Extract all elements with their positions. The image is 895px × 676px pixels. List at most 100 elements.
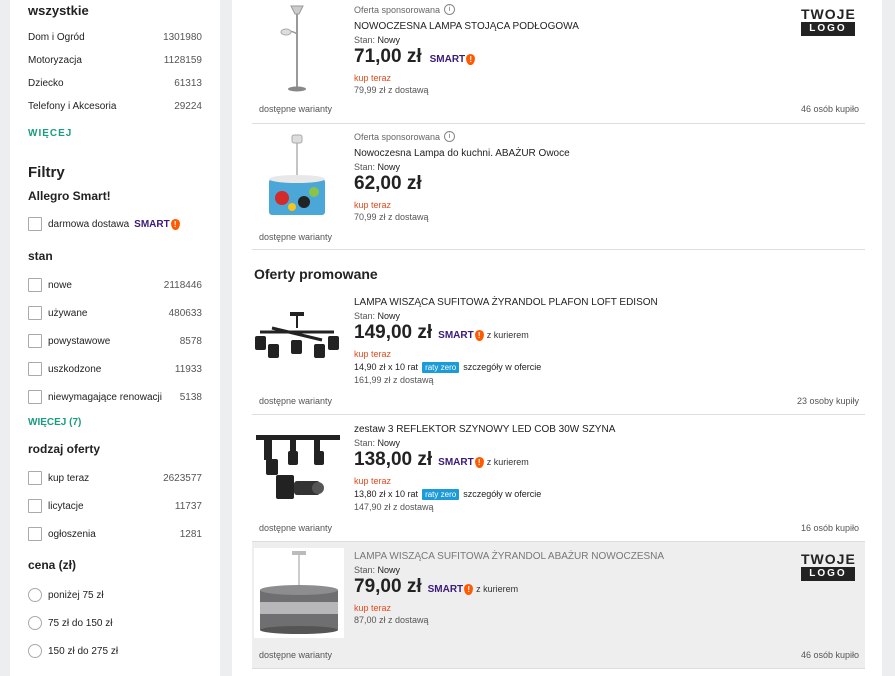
filter-count: 11737	[174, 500, 202, 512]
checkbox[interactable]	[28, 306, 42, 320]
variants-label[interactable]: dostępne warianty	[259, 523, 332, 533]
smart-exclamation-icon: !	[474, 330, 484, 341]
radio-button[interactable]	[28, 644, 42, 658]
checkbox[interactable]	[28, 471, 42, 485]
filter-count: 2623577	[163, 472, 202, 484]
courier-label: z kurierem	[486, 330, 529, 340]
price-range-option[interactable]: 75 zł do 150 zł	[28, 609, 202, 637]
product-image[interactable]	[252, 132, 342, 220]
filter-label: kup teraz	[48, 472, 90, 484]
filter-label: 75 zł do 150 zł	[48, 617, 113, 629]
state-filter[interactable]: niewymagające renowacji 5138	[28, 383, 202, 411]
product-image[interactable]	[252, 2, 342, 94]
radio-button[interactable]	[28, 588, 42, 602]
category-count: 29224	[174, 101, 202, 112]
info-icon[interactable]: i	[444, 4, 456, 15]
filter-label: ogłoszenia	[48, 528, 96, 540]
smart-exclamation-icon: !	[474, 457, 484, 468]
variants-label[interactable]: dostępne warianty	[259, 650, 332, 660]
category-label: Dom i Ogród	[28, 32, 85, 43]
radio-button[interactable]	[28, 616, 42, 630]
smart-exclamation-icon: !	[464, 584, 474, 595]
checkbox[interactable]	[28, 278, 42, 292]
buy-now-label: kup teraz	[354, 349, 392, 359]
smart-exclamation-icon: !	[466, 54, 476, 65]
checkbox[interactable]	[28, 390, 42, 404]
offer-type-filter[interactable]: licytacje 11737	[28, 492, 202, 520]
shipping-price: 147,90 zł z dostawą	[354, 502, 434, 512]
price-row: 71,00 zł SMART!	[354, 46, 579, 72]
offer-condition: Stan: Nowy	[354, 438, 401, 448]
product-image[interactable]	[254, 548, 344, 638]
buyers-count: 16 osób kupiło	[800, 523, 859, 533]
buy-now-label: kup teraz	[354, 476, 392, 486]
category-item[interactable]: Motoryzacja 1128159	[28, 49, 202, 72]
variants-label[interactable]: dostępne warianty	[259, 396, 332, 406]
shipping-price: 87,00 zł z dostawą	[354, 615, 429, 625]
offer-card[interactable]: dostępne warianty zestaw 3 REFLEKTOR SZY…	[252, 415, 865, 542]
offer-title[interactable]: NOWOCZESNA LAMPA STOJĄCA PODŁOGOWA	[354, 19, 579, 34]
checkbox[interactable]	[28, 527, 42, 541]
promoted-offers-heading: Oferty promowane	[254, 266, 378, 282]
offer-type-filter[interactable]: kup teraz 2623577	[28, 464, 202, 492]
info-icon[interactable]: i	[444, 131, 456, 142]
courier-label: z kurierem	[476, 584, 519, 594]
smart-logo: SMART!	[428, 584, 474, 595]
filter-count: 480633	[168, 307, 202, 319]
seller-logo: TWOJE LOGO	[801, 6, 856, 36]
seller-logo: TWOJE LOGO	[801, 551, 856, 581]
smart-logo: SMART!	[438, 330, 484, 341]
price-row: 149,00 zł SMART! z kurierem	[354, 322, 658, 348]
filter-label: 150 zł do 275 zł	[48, 645, 119, 657]
offer-info: Oferta sponsorowana i NOWOCZESNA LAMPA ST…	[354, 3, 579, 97]
filter-label: powystawowe	[48, 335, 111, 347]
offer-title[interactable]: zestaw 3 REFLEKTOR SZYNOWY LED COB 30W S…	[354, 422, 615, 437]
category-item[interactable]: Dziecko 61313	[28, 72, 202, 95]
state-filter[interactable]: nowe 2118446	[28, 271, 202, 299]
offer-card[interactable]: dostępne warianty LAMPA WISZĄCA SUFITOWA…	[252, 288, 865, 415]
offer-price: 79,00 zł	[354, 576, 422, 597]
state-filter[interactable]: uszkodzone 11933	[28, 355, 202, 383]
category-item[interactable]: Telefony i Akcesoria 29224	[28, 95, 202, 118]
smart-group-title: Allegro Smart!	[28, 189, 111, 203]
offer-type-filter[interactable]: ogłoszenia 1281	[28, 520, 202, 548]
price-row: 62,00 zł	[354, 173, 570, 199]
offer-card[interactable]: dostępne warianty Oferta sponsorowana i N…	[252, 0, 865, 124]
category-heading: wszystkie	[28, 3, 89, 18]
more-states-link[interactable]: WIĘCEJ (7)	[28, 417, 202, 428]
offer-info: zestaw 3 REFLEKTOR SZYNOWY LED COB 30W S…	[354, 422, 615, 514]
offers-listing: dostępne warianty Oferta sponsorowana i N…	[232, 0, 882, 676]
checkbox[interactable]	[28, 217, 42, 231]
state-filter[interactable]: powystawowe 8578	[28, 327, 202, 355]
free-delivery-filter[interactable]: darmowa dostawa SMART!	[28, 210, 202, 238]
smart-logo: SMART!	[134, 218, 180, 230]
state-filter[interactable]: używane 480633	[28, 299, 202, 327]
checkbox[interactable]	[28, 334, 42, 348]
shipping-price: 70,99 zł z dostawą	[354, 212, 429, 222]
offer-condition: Stan: Nowy	[354, 162, 401, 172]
offer-price: 149,00 zł	[354, 322, 433, 343]
offer-title[interactable]: LAMPA WISZĄCA SUFITOWA ŻYRANDOL PLAFON L…	[354, 295, 658, 310]
filter-count: 2118446	[163, 279, 202, 291]
courier-label: z kurierem	[486, 457, 529, 467]
offer-card[interactable]: dostępne warianty Oferta sponsorowana i N…	[252, 124, 865, 250]
offer-title[interactable]: Nowoczesna Lampa do kuchni. ABAŻUR Owoce	[354, 146, 570, 161]
offer-title[interactable]: LAMPA WISZĄCA SUFITOWA ŻYRANDOL ABAŻUR N…	[354, 549, 664, 564]
checkbox[interactable]	[28, 362, 42, 376]
buyers-count: 46 osób kupiło	[800, 650, 859, 660]
category-item[interactable]: Dom i Ogród 1301980	[28, 26, 202, 49]
product-image[interactable]	[252, 310, 342, 370]
variants-label[interactable]: dostępne warianty	[259, 104, 332, 114]
offer-card[interactable]: dostępne warianty LAMPA WISZĄCA SUFITOWA…	[252, 542, 865, 669]
more-categories-link[interactable]: WIĘCEJ	[28, 128, 202, 139]
filter-label: poniżej 75 zł	[48, 589, 104, 601]
price-range-option[interactable]: poniżej 75 zł	[28, 581, 202, 609]
checkbox[interactable]	[28, 499, 42, 513]
variants-label[interactable]: dostępne warianty	[259, 232, 332, 242]
offer-price: 138,00 zł	[354, 449, 433, 470]
price-range-option[interactable]: 150 zł do 275 zł	[28, 637, 202, 665]
shipping-price: 79,99 zł z dostawą	[354, 85, 429, 95]
product-image[interactable]	[252, 433, 342, 503]
raty-zero-badge: raty zero	[422, 488, 460, 500]
filter-label: niewymagające renowacji	[48, 391, 162, 403]
